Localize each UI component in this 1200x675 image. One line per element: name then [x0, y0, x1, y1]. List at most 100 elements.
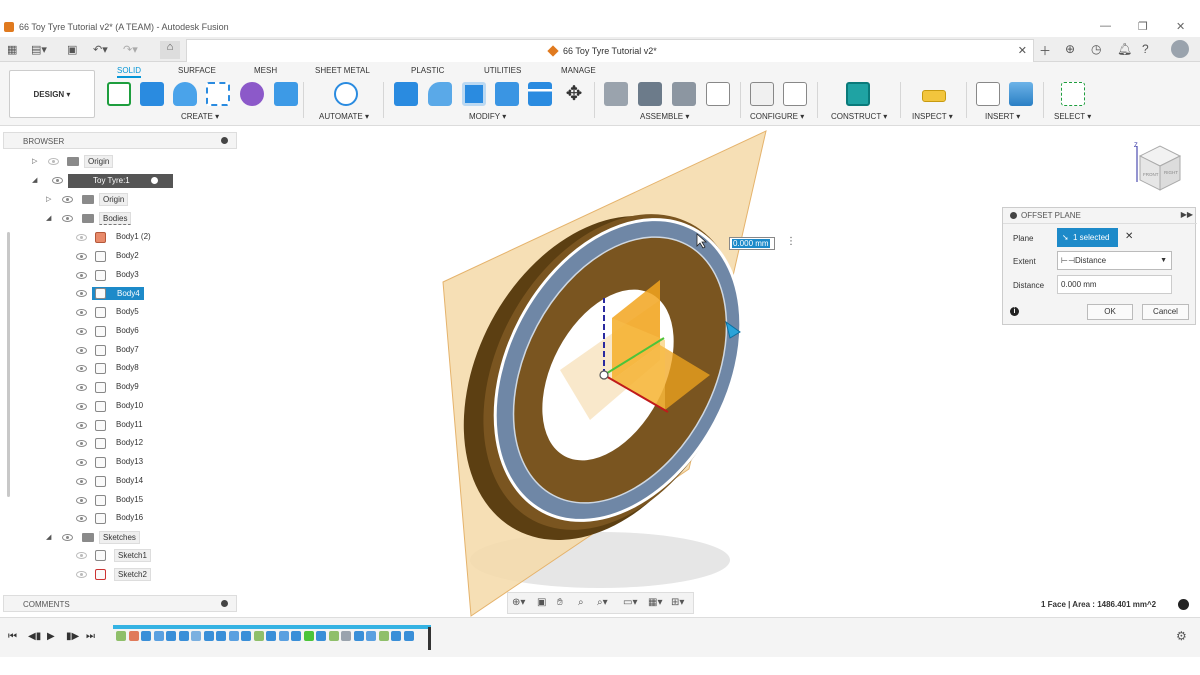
tab-manage[interactable]: MANAGE — [561, 66, 596, 75]
extrude-icon[interactable] — [140, 82, 164, 106]
visibility-eye-icon[interactable] — [76, 234, 87, 241]
timeline-feature-icon[interactable] — [341, 631, 351, 641]
timeline-feature-icon[interactable] — [353, 631, 364, 641]
tree-item-body[interactable]: Body15 — [72, 493, 232, 509]
select-group-label[interactable]: SELECT ▾ — [1054, 112, 1091, 121]
tab-plastic[interactable]: PLASTIC — [411, 66, 444, 75]
display-settings-icon[interactable]: ▭▾ — [623, 597, 637, 608]
notifications-icon[interactable]: 🔔︎ — [1117, 42, 1132, 56]
visibility-eye-icon[interactable] — [76, 271, 87, 279]
home-icon[interactable]: ⌂ — [160, 41, 180, 59]
visibility-eye-icon[interactable] — [62, 215, 73, 222]
tree-item-body[interactable]: Body16 — [72, 511, 232, 527]
minimize-icon[interactable]: — — [1100, 20, 1111, 32]
visibility-eye-icon[interactable] — [76, 384, 87, 391]
activate-component-icon[interactable] — [150, 176, 159, 185]
timeline-feature-icon[interactable] — [203, 631, 214, 641]
comments-toggle-icon[interactable] — [221, 600, 228, 607]
automate-group-label[interactable]: AUTOMATE ▾ — [319, 112, 369, 121]
document-tab[interactable]: 66 Toy Tyre Tutorial v2* ✕ — [186, 39, 1034, 62]
tree-item-body[interactable]: Body13 — [72, 455, 232, 471]
tree-item-body[interactable]: Body7 — [72, 343, 232, 359]
tab-mesh[interactable]: MESH — [254, 66, 277, 75]
timeline-feature-icon[interactable] — [391, 631, 401, 641]
info-icon[interactable]: i — [1010, 307, 1019, 316]
tree-item-body[interactable]: Body11 — [72, 418, 232, 434]
tree-item-sketches-folder[interactable]: ◢ Sketches — [44, 530, 234, 546]
visibility-eye-icon[interactable] — [76, 440, 87, 448]
save-icon[interactable]: ▣ — [67, 43, 77, 56]
visibility-eye-icon[interactable] — [76, 252, 87, 260]
configure-icon[interactable] — [750, 82, 774, 106]
redo-icon[interactable]: ↷▾ — [123, 43, 138, 56]
joint-icon[interactable] — [638, 82, 662, 106]
timeline-feature-icon[interactable] — [316, 631, 326, 641]
sweep-icon[interactable] — [206, 82, 230, 106]
insert-canvas-icon[interactable] — [1009, 82, 1033, 106]
undo-icon[interactable]: ↶▾ — [93, 43, 108, 56]
tab-sheet-metal[interactable]: SHEET METAL — [315, 66, 370, 75]
timeline-feature-icon[interactable] — [328, 631, 339, 641]
timeline-feature-icon[interactable] — [141, 631, 151, 641]
zoom-icon[interactable]: ⌕ — [578, 597, 584, 608]
tab-utilities[interactable]: UTILITIES — [484, 66, 521, 75]
fit-icon[interactable]: ⌕▾ — [597, 597, 608, 608]
visibility-eye-icon[interactable] — [76, 290, 87, 298]
timeline-feature-icon[interactable] — [153, 631, 164, 641]
timeline-feature-icon[interactable] — [116, 631, 126, 641]
tree-item-sketch[interactable]: Sketch1 — [72, 548, 232, 564]
tab-surface[interactable]: SURFACE — [178, 66, 216, 75]
offset-plane-icon[interactable] — [846, 82, 870, 106]
tree-item-body[interactable]: Body6 — [72, 324, 232, 340]
model-viewport[interactable] — [240, 127, 1200, 617]
extensions-icon[interactable]: ⊕ — [1065, 42, 1075, 56]
orbit-icon[interactable]: ⊕▾ — [512, 597, 525, 608]
timeline-feature-icon[interactable] — [253, 631, 264, 641]
tree-item-body[interactable]: Body10 — [72, 399, 232, 415]
new-tab-icon[interactable]: ＋ — [1039, 42, 1051, 59]
timeline-feature-icon[interactable] — [128, 631, 139, 641]
viewports-icon[interactable]: ⊞▾ — [671, 597, 684, 608]
go-to-end-icon[interactable]: ⏭︎ — [86, 631, 95, 642]
user-avatar[interactable] — [1171, 40, 1189, 58]
play-icon[interactable]: ▶ — [47, 631, 55, 642]
combine-icon[interactable] — [495, 82, 519, 106]
visibility-eye-icon[interactable] — [76, 327, 87, 335]
timeline-feature-icon[interactable] — [266, 631, 276, 641]
new-component-icon[interactable] — [604, 82, 628, 106]
tree-item-component-origin[interactable]: ▷ Origin — [44, 192, 234, 208]
tree-item-body[interactable]: Body12 — [72, 436, 232, 452]
step-back-icon[interactable]: ◀▮ — [28, 631, 41, 642]
split-body-icon[interactable] — [528, 82, 552, 106]
visibility-eye-icon[interactable] — [76, 571, 87, 578]
look-at-icon[interactable]: ▣ — [537, 597, 546, 608]
timeline-feature-icon[interactable] — [228, 631, 239, 641]
browser-header[interactable]: BROWSER — [3, 132, 237, 149]
timeline-feature-icon[interactable] — [178, 631, 189, 641]
construct-group-label[interactable]: CONSTRUCT ▾ — [831, 112, 887, 121]
status-indicator-icon[interactable] — [1178, 599, 1189, 610]
tab-solid[interactable]: SOLID — [117, 66, 142, 78]
timeline-feature-icon[interactable] — [241, 631, 251, 641]
more-options-icon[interactable]: ⋮ — [786, 236, 796, 247]
timeline-feature-icon[interactable] — [166, 631, 176, 641]
timeline-feature-icon[interactable] — [278, 631, 289, 641]
grid-icon[interactable]: ▦▾ — [648, 597, 662, 608]
browser-scrollbar[interactable] — [7, 232, 10, 497]
visibility-eye-icon[interactable] — [76, 552, 87, 559]
timeline-feature-icon[interactable] — [403, 631, 414, 641]
expand-arrow-icon[interactable]: ▷ — [32, 157, 37, 165]
visibility-eye-icon[interactable] — [76, 496, 87, 504]
workspace-switcher[interactable]: DESIGN ▾ — [9, 70, 95, 118]
comments-bar[interactable]: COMMENTS — [3, 595, 237, 612]
tree-item-body[interactable]: Body1 (2) — [72, 230, 232, 246]
file-menu-icon[interactable]: ▤▾ — [31, 43, 47, 56]
view-cube[interactable]: Z FRONT RIGHT — [1128, 138, 1188, 198]
tree-item-body[interactable]: Body2 — [72, 249, 232, 265]
bill-of-materials-icon[interactable] — [706, 82, 730, 106]
expand-arrow-icon[interactable]: ▷ — [46, 195, 51, 203]
modify-group-label[interactable]: MODIFY ▾ — [469, 112, 506, 121]
box-icon[interactable] — [274, 82, 298, 106]
timeline-feature-icon[interactable] — [378, 631, 389, 641]
inspect-group-label[interactable]: INSPECT ▾ — [912, 112, 953, 121]
